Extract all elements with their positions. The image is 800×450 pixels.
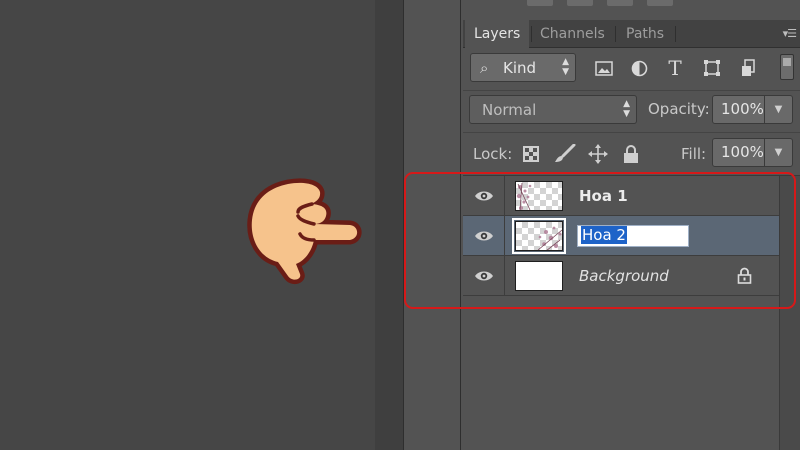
search-icon: ⌕ [480, 59, 489, 77]
fill-dropdown-button[interactable]: ▼ [764, 138, 793, 167]
tab-layers[interactable]: Layers [465, 20, 530, 48]
tab-paths[interactable]: Paths [617, 20, 673, 48]
filter-toggle-switch[interactable] [780, 54, 794, 80]
pointing-hand-icon [247, 178, 362, 285]
fill-field[interactable]: 100% [712, 138, 765, 167]
upper-panel-button[interactable] [567, 0, 593, 6]
tab-divider [675, 26, 676, 42]
opacity-dropdown-button[interactable]: ▼ [764, 95, 793, 124]
lock-transparent-pixels-icon[interactable] [520, 143, 542, 165]
type-filter-icon[interactable]: T [662, 55, 688, 81]
shape-filter-icon[interactable] [699, 55, 725, 81]
panel-menu-icon[interactable]: ▾☰ [783, 27, 797, 40]
image-filter-icon[interactable] [591, 55, 617, 81]
panel-tab-bar: Layers Channels Paths ▾☰ [463, 20, 800, 48]
divider [463, 132, 800, 133]
upper-panel-button[interactable] [647, 0, 673, 6]
filter-kind-select[interactable]: ⌕ Kind ▲ ▼ [470, 53, 576, 82]
lock-label: Lock: [473, 145, 513, 163]
lock-position-icon[interactable] [587, 143, 609, 165]
lock-all-icon[interactable] [620, 143, 642, 165]
panel-gutter [375, 0, 403, 450]
tab-divider [615, 26, 616, 42]
opacity-label: Opacity: [648, 100, 710, 118]
divider [463, 90, 800, 91]
annotation-highlight-box [404, 172, 796, 309]
upper-panel-buttons [527, 0, 673, 6]
blend-mode-select[interactable]: Normal ▲ ▼ [469, 95, 637, 124]
smart-object-filter-icon[interactable] [736, 55, 762, 81]
updown-arrows-icon: ▲ ▼ [623, 99, 630, 119]
tab-channels[interactable]: Channels [531, 20, 614, 48]
adjustment-filter-icon[interactable] [626, 55, 652, 81]
updown-arrows-icon: ▲ ▼ [562, 57, 569, 77]
lock-image-pixels-icon[interactable] [554, 143, 576, 165]
upper-panel-button[interactable] [527, 0, 553, 6]
opacity-field[interactable]: 100% [712, 95, 765, 124]
filter-kind-label: Kind [503, 59, 537, 77]
blend-mode-value: Normal [482, 101, 537, 119]
upper-panel-button[interactable] [607, 0, 633, 6]
fill-label: Fill: [681, 145, 707, 163]
